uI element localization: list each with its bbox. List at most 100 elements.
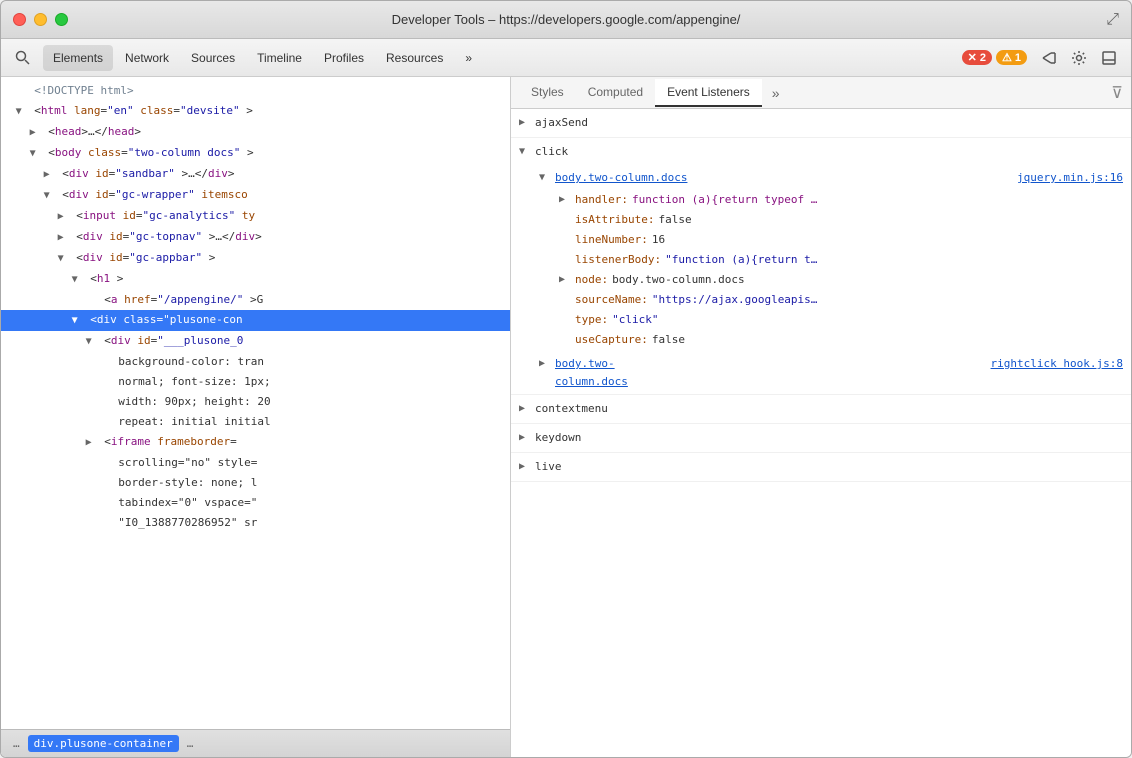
tab-computed[interactable]: Computed — [576, 79, 655, 107]
dom-line[interactable]: <body class="two-column docs" > — [1, 143, 510, 164]
dom-line[interactable]: repeat: initial initial — [1, 412, 510, 432]
close-button[interactable] — [13, 13, 26, 26]
search-button[interactable] — [9, 45, 37, 71]
tab-more[interactable]: » — [455, 45, 482, 71]
event-selector-2[interactable]: body.two-column.docs — [555, 355, 628, 391]
triangle-icon[interactable] — [58, 250, 70, 268]
event-prop-node: ▶ node: body.two-column.docs — [559, 270, 1123, 290]
dock-button[interactable] — [1095, 45, 1123, 71]
dom-line[interactable]: <div id="gc-appbar" > — [1, 248, 510, 269]
dom-line[interactable]: width: 90px; height: 20 — [1, 392, 510, 412]
triangle-icon[interactable]: ▶ — [559, 271, 571, 289]
event-sub-header[interactable]: body.two-column.docs jquery.min.js:16 — [535, 168, 1123, 188]
triangle-icon[interactable] — [30, 124, 42, 142]
triangle-icon[interactable] — [86, 434, 98, 452]
dom-tree[interactable]: <!DOCTYPE html> <html lang="en" class="d… — [1, 77, 510, 729]
window-buttons — [13, 13, 68, 26]
tab-resources[interactable]: Resources — [376, 45, 453, 71]
dom-line[interactable]: <iframe frameborder= — [1, 432, 510, 453]
event-sub-header-2[interactable]: body.two-column.docs rightclick hook.js:… — [535, 354, 1123, 392]
tab-network[interactable]: Network — [115, 45, 179, 71]
dom-line[interactable]: <input id="gc-analytics" ty — [1, 206, 510, 227]
right-panel: Styles Computed Event Listeners » ⊽ ajax… — [511, 77, 1131, 757]
prop-key: useCapture: — [575, 331, 648, 349]
triangle-icon[interactable] — [72, 271, 84, 289]
dom-line[interactable]: ▼ <div id="___plusone_0 — [1, 331, 510, 352]
event-selector[interactable]: body.two-column.docs — [555, 169, 687, 187]
dom-line[interactable]: <head>…</head> — [1, 122, 510, 143]
tab-sources[interactable]: Sources — [181, 45, 245, 71]
breadcrumb-end-dots[interactable]: … — [183, 735, 198, 752]
dom-line-selected[interactable]: ▼ <div class="plusone-con — [1, 310, 510, 331]
tab-profiles[interactable]: Profiles — [314, 45, 374, 71]
error-badge[interactable]: ✕ 2 — [962, 50, 992, 65]
triangle-icon — [519, 142, 531, 162]
event-properties: ▶ handler: function (a){return typeof … … — [535, 190, 1123, 350]
prop-value: false — [658, 211, 691, 229]
panel-tabs: Styles Computed Event Listeners » ⊽ — [511, 77, 1131, 109]
dom-panel: <!DOCTYPE html> <html lang="en" class="d… — [1, 77, 511, 757]
event-detail: body.two-column.docs jquery.min.js:16 ▶ … — [511, 166, 1131, 352]
dom-line[interactable]: "I0_1388770286952" sr — [1, 513, 510, 533]
prop-value: 16 — [652, 231, 665, 249]
event-group-header[interactable]: click — [511, 138, 1131, 166]
event-prop-usecapture: useCapture: false — [559, 330, 1123, 350]
dom-line[interactable]: <div id="gc-topnav" >…</div> — [1, 227, 510, 248]
tab-more[interactable]: » — [766, 81, 786, 105]
filter-icon[interactable]: ⊽ — [1111, 83, 1123, 103]
events-content[interactable]: ajaxSend click body.two-column.docs — [511, 109, 1131, 757]
triangle-icon[interactable]: ▶ — [559, 191, 571, 209]
tab-styles[interactable]: Styles — [519, 79, 576, 107]
event-group-header[interactable]: keydown — [511, 424, 1131, 452]
dom-line[interactable]: background-color: tran — [1, 352, 510, 372]
dom-line[interactable]: normal; font-size: 1px; — [1, 372, 510, 392]
event-name: contextmenu — [535, 399, 608, 419]
tab-event-listeners[interactable]: Event Listeners — [655, 79, 762, 107]
tab-timeline[interactable]: Timeline — [247, 45, 312, 71]
minimize-button[interactable] — [34, 13, 47, 26]
warning-badge[interactable]: ⚠ 1 — [996, 50, 1027, 65]
event-group-header[interactable]: contextmenu — [511, 395, 1131, 423]
breadcrumb-active-item[interactable]: div.plusone-container — [28, 735, 179, 752]
dom-line[interactable]: <!DOCTYPE html> — [1, 81, 510, 101]
devtools-window: Developer Tools – https://developers.goo… — [0, 0, 1132, 758]
dom-line[interactable]: <a href="/appengine/" >G — [1, 290, 510, 310]
dom-line[interactable]: <div id="gc-wrapper" itemsco — [1, 185, 510, 206]
main-content: <!DOCTYPE html> <html lang="en" class="d… — [1, 77, 1131, 757]
breadcrumb-start-dots[interactable]: … — [9, 735, 24, 752]
event-group-header[interactable]: ajaxSend — [511, 109, 1131, 137]
triangle-icon[interactable] — [44, 187, 56, 205]
dom-line[interactable]: <h1 > — [1, 269, 510, 290]
dom-line[interactable]: border-style: none; l — [1, 473, 510, 493]
event-group-contextmenu: contextmenu — [511, 395, 1131, 424]
maximize-button[interactable] — [55, 13, 68, 26]
prop-value: "click" — [612, 311, 658, 329]
dom-line[interactable]: scrolling="no" style= — [1, 453, 510, 473]
event-source-link-2[interactable]: rightclick hook.js:8 — [991, 355, 1123, 373]
dom-line[interactable]: <div id="sandbar" >…</div> — [1, 164, 510, 185]
prop-value: function (a){return typeof … — [632, 191, 817, 209]
tab-elements[interactable]: Elements — [43, 45, 113, 71]
skip-button[interactable] — [1035, 45, 1063, 71]
dom-attr: lang — [74, 104, 101, 117]
event-source-link[interactable]: jquery.min.js:16 — [1017, 169, 1123, 187]
triangle-icon[interactable] — [58, 229, 70, 247]
event-prop-sourcename: sourceName: "https://ajax.googleapis… — [559, 290, 1123, 310]
error-icon: ✕ — [968, 51, 977, 64]
dom-line[interactable]: tabindex="0" vspace=" — [1, 493, 510, 513]
triangle-icon[interactable] — [16, 103, 28, 121]
event-group-header[interactable]: live — [511, 453, 1131, 481]
triangle-icon[interactable] — [44, 166, 56, 184]
event-prop-listenerbody: listenerBody: "function (a){return t… — [559, 250, 1123, 270]
prop-value: "https://ajax.googleapis… — [652, 291, 818, 309]
warning-count: 1 — [1015, 52, 1021, 64]
dom-line[interactable]: <html lang="en" class="devsite" > — [1, 101, 510, 122]
prop-key: node: — [575, 271, 608, 289]
search-icon — [15, 50, 31, 66]
expand-icon[interactable]: ⤢ — [1106, 11, 1119, 29]
triangle-icon[interactable] — [30, 145, 42, 163]
settings-button[interactable] — [1065, 45, 1093, 71]
warning-icon: ⚠ — [1002, 51, 1012, 64]
event-prop-linenum: lineNumber: 16 — [559, 230, 1123, 250]
triangle-icon[interactable] — [58, 208, 70, 226]
